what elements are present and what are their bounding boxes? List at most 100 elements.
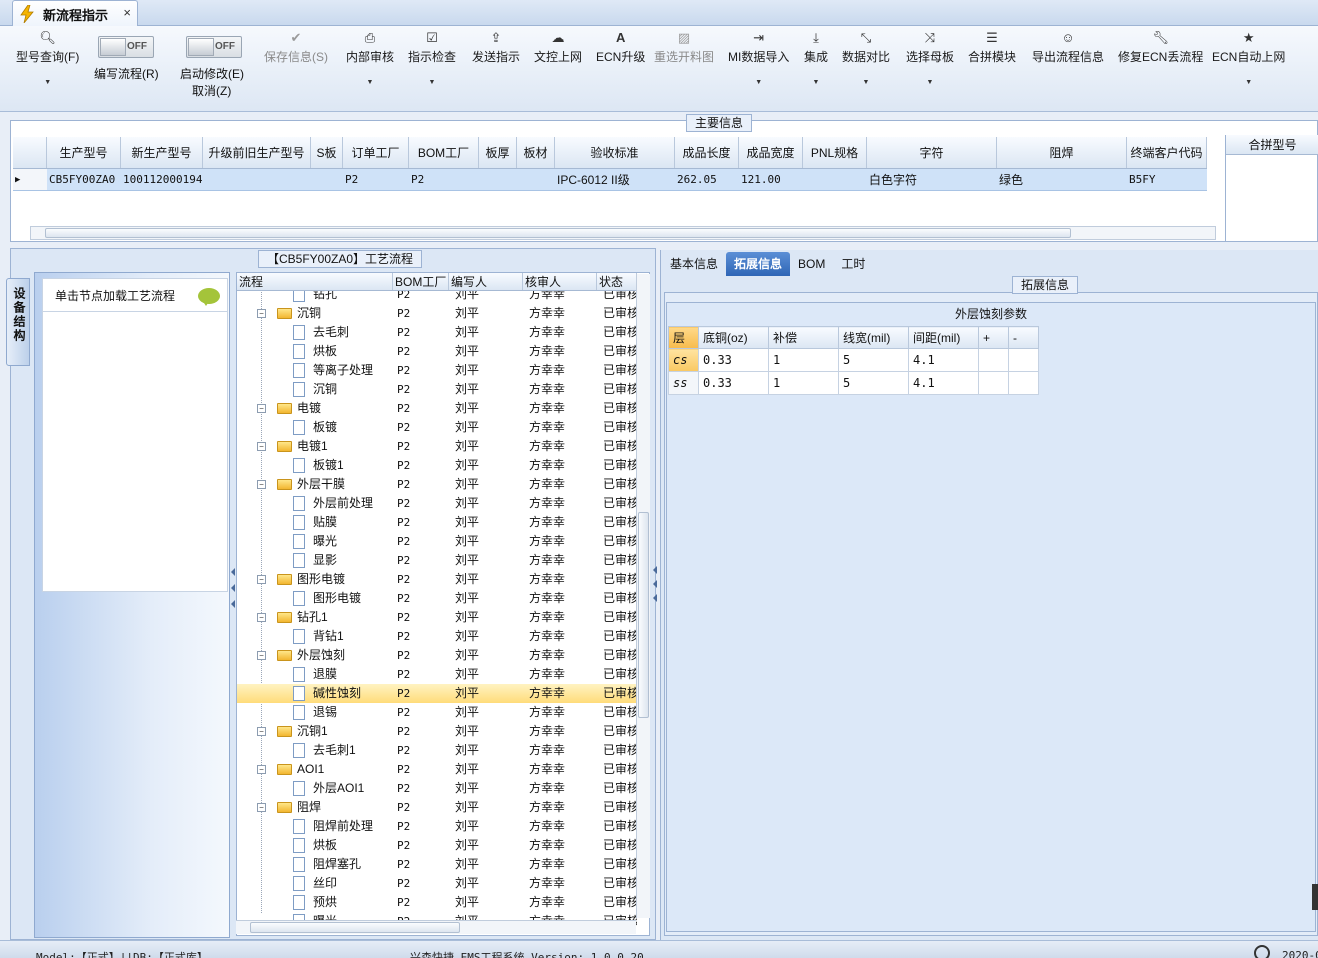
etch-cell[interactable]: 4.1 — [908, 371, 979, 395]
tree-node[interactable]: 背钻1 — [237, 627, 393, 646]
tree-node[interactable]: 退膜 — [237, 665, 393, 684]
collapse-icon[interactable]: − — [257, 803, 266, 812]
column-header[interactable]: 新生产型号 — [121, 137, 203, 168]
etch-cell[interactable]: 1 — [768, 348, 839, 372]
collapse-icon[interactable]: − — [257, 727, 266, 736]
tree-node[interactable]: 阻焊塞孔 — [237, 855, 393, 874]
tree-step-row[interactable]: 显影 P2 刘平 方幸幸 已审核 — [237, 551, 637, 570]
tab-new-flow-instruction[interactable]: 新流程指示 × — [12, 0, 138, 27]
etch-cell[interactable]: 4.1 — [908, 348, 979, 372]
table-cell[interactable]: 10011200019415 — [121, 169, 203, 190]
tree-step-row[interactable]: 烘板 P2 刘平 方幸幸 已审核 — [237, 836, 637, 855]
table-cell[interactable]: 白色字符 — [867, 169, 997, 190]
flow-tree-vscrollbar[interactable] — [636, 274, 650, 918]
etch-cell[interactable] — [1008, 348, 1039, 372]
etch-cell[interactable]: 1 — [768, 371, 839, 395]
send-instruction-button[interactable]: ⇪ 发送指示 — [472, 30, 520, 65]
column-header[interactable]: 阻焊 — [997, 137, 1127, 168]
tree-step-row[interactable]: 退锡 P2 刘平 方幸幸 已审核 — [237, 703, 637, 722]
tree-node[interactable]: 阻焊前处理 — [237, 817, 393, 836]
tree-node[interactable]: 去毛刺 — [237, 323, 393, 342]
tree-group-row[interactable]: − 外层干膜 P2 刘平 方幸幸 已审核 — [237, 475, 637, 494]
tree-step-row[interactable]: 去毛刺1 P2 刘平 方幸幸 已审核 — [237, 741, 637, 760]
tree-step-row[interactable]: 外层AOI1 P2 刘平 方幸幸 已审核 — [237, 779, 637, 798]
reselect-material-chart-button[interactable]: ▨ 重选开料图 — [654, 30, 714, 65]
splitter-handle[interactable] — [231, 560, 235, 640]
tree-node[interactable]: − 沉铜 — [237, 304, 393, 323]
data-compare-button[interactable]: ⤡ 数据对比 ▼ — [842, 30, 890, 86]
collapse-icon[interactable]: − — [257, 480, 266, 489]
tree-node[interactable]: − 外层蚀刻 — [237, 646, 393, 665]
column-header[interactable]: 成品长度 — [675, 137, 739, 168]
ecn-auto-upload-button[interactable]: ★ ECN自动上网 ▼ — [1212, 30, 1285, 86]
tree-step-row[interactable]: 去毛刺 P2 刘平 方幸幸 已审核 — [237, 323, 637, 342]
tree-step-row[interactable]: 沉铜 P2 刘平 方幸幸 已审核 — [237, 380, 637, 399]
tree-step-row[interactable]: 贴膜 P2 刘平 方幸幸 已审核 — [237, 513, 637, 532]
tree-node[interactable]: − AOI1 — [237, 760, 393, 779]
panel-splitter[interactable] — [652, 560, 658, 630]
table-cell[interactable]: 121.00 — [739, 169, 803, 190]
tree-column-header[interactable]: 核审人 — [523, 273, 597, 290]
scrollbar-thumb[interactable] — [250, 922, 460, 933]
table-cell[interactable] — [479, 169, 517, 190]
tree-node[interactable]: 丝印 — [237, 874, 393, 893]
column-header[interactable]: PNL规格 — [803, 137, 867, 168]
tree-group-row[interactable]: − 电镀 P2 刘平 方幸幸 已审核 — [237, 399, 637, 418]
tree-group-row[interactable]: − 电镀1 P2 刘平 方幸幸 已审核 — [237, 437, 637, 456]
internal-review-button[interactable]: ⎙ 内部审核 ▼ — [346, 30, 394, 86]
scrollbar-thumb[interactable] — [45, 228, 1071, 238]
flow-tree-hscrollbar[interactable] — [236, 920, 636, 934]
tree-node[interactable]: − 电镀 — [237, 399, 393, 418]
tree-node[interactable]: 显影 — [237, 551, 393, 570]
tree-node[interactable]: − 电镀1 — [237, 437, 393, 456]
detail-tab[interactable]: BOM — [790, 252, 833, 276]
device-tree[interactable] — [42, 312, 228, 592]
etch-cell[interactable] — [1008, 371, 1039, 395]
etch-cell[interactable]: 0.33 — [698, 348, 769, 372]
tree-node[interactable]: 等离子处理 — [237, 361, 393, 380]
etch-cell[interactable] — [978, 371, 1009, 395]
tree-step-row[interactable]: 碱性蚀刻 P2 刘平 方幸幸 已审核 — [237, 684, 637, 703]
tree-step-row[interactable]: 曝光 P2 刘平 方幸幸 已审核 — [237, 532, 637, 551]
tree-node[interactable]: 退锡 — [237, 703, 393, 722]
tree-step-row[interactable]: 图形电镀 P2 刘平 方幸幸 已审核 — [237, 589, 637, 608]
column-header[interactable]: 订单工厂 — [343, 137, 409, 168]
main-info-hscrollbar[interactable] — [30, 226, 1216, 240]
table-cell[interactable] — [203, 169, 311, 190]
tree-node[interactable]: − 沉铜1 — [237, 722, 393, 741]
collapse-icon[interactable]: − — [257, 651, 266, 660]
tree-group-row[interactable]: − 钻孔1 P2 刘平 方幸幸 已审核 — [237, 608, 637, 627]
close-icon[interactable]: × — [123, 5, 131, 20]
column-header[interactable]: 生产型号 — [47, 137, 121, 168]
tree-step-row[interactable]: 等离子处理 P2 刘平 方幸幸 已审核 — [237, 361, 637, 380]
collapse-icon[interactable]: − — [257, 309, 266, 318]
collapse-icon[interactable]: − — [257, 575, 266, 584]
tree-node[interactable]: 曝光 — [237, 532, 393, 551]
column-header[interactable]: BOM工厂 — [409, 137, 479, 168]
tree-node[interactable]: 碱性蚀刻 — [237, 684, 393, 703]
etch-row[interactable]: cs 0.33 1 5 4.1 — [668, 348, 1039, 372]
tree-step-row[interactable]: 丝印 P2 刘平 方幸幸 已审核 — [237, 874, 637, 893]
repair-ecn-lost-flow-button[interactable]: 🔧︎ 修复ECN丢流程 — [1118, 30, 1203, 65]
edit-flow-toggle[interactable]: OFF — [98, 36, 154, 58]
etch-cell[interactable]: 5 — [838, 348, 909, 372]
export-flow-info-button[interactable]: ☺ 导出流程信息 — [1032, 30, 1104, 65]
scrollbar-thumb[interactable] — [638, 512, 649, 718]
collapse-icon[interactable]: − — [257, 404, 266, 413]
table-cell[interactable] — [311, 169, 343, 190]
doc-control-upload-button[interactable]: ☁ 文控上网 — [534, 30, 582, 65]
detail-tab[interactable]: 工时 — [833, 252, 873, 276]
tree-group-row[interactable]: − 图形电镀 P2 刘平 方幸幸 已审核 — [237, 570, 637, 589]
column-header[interactable]: 板材 — [517, 137, 555, 168]
column-header[interactable]: 字符 — [867, 137, 997, 168]
tree-node[interactable]: 预烘 — [237, 893, 393, 912]
etch-column-header[interactable]: - — [1008, 326, 1039, 349]
table-cell[interactable]: B5FY — [1127, 169, 1207, 190]
tree-group-row[interactable]: − 阻焊 P2 刘平 方幸幸 已审核 — [237, 798, 637, 817]
table-cell[interactable]: P2 — [343, 169, 409, 190]
save-info-button[interactable]: ✔ 保存信息(S) — [264, 30, 328, 65]
tree-group-row[interactable]: − 外层蚀刻 P2 刘平 方幸幸 已审核 — [237, 646, 637, 665]
etch-layer-cell[interactable]: ss — [668, 371, 699, 395]
table-cell[interactable]: 绿色 — [997, 169, 1127, 190]
tree-step-row[interactable]: 外层前处理 P2 刘平 方幸幸 已审核 — [237, 494, 637, 513]
